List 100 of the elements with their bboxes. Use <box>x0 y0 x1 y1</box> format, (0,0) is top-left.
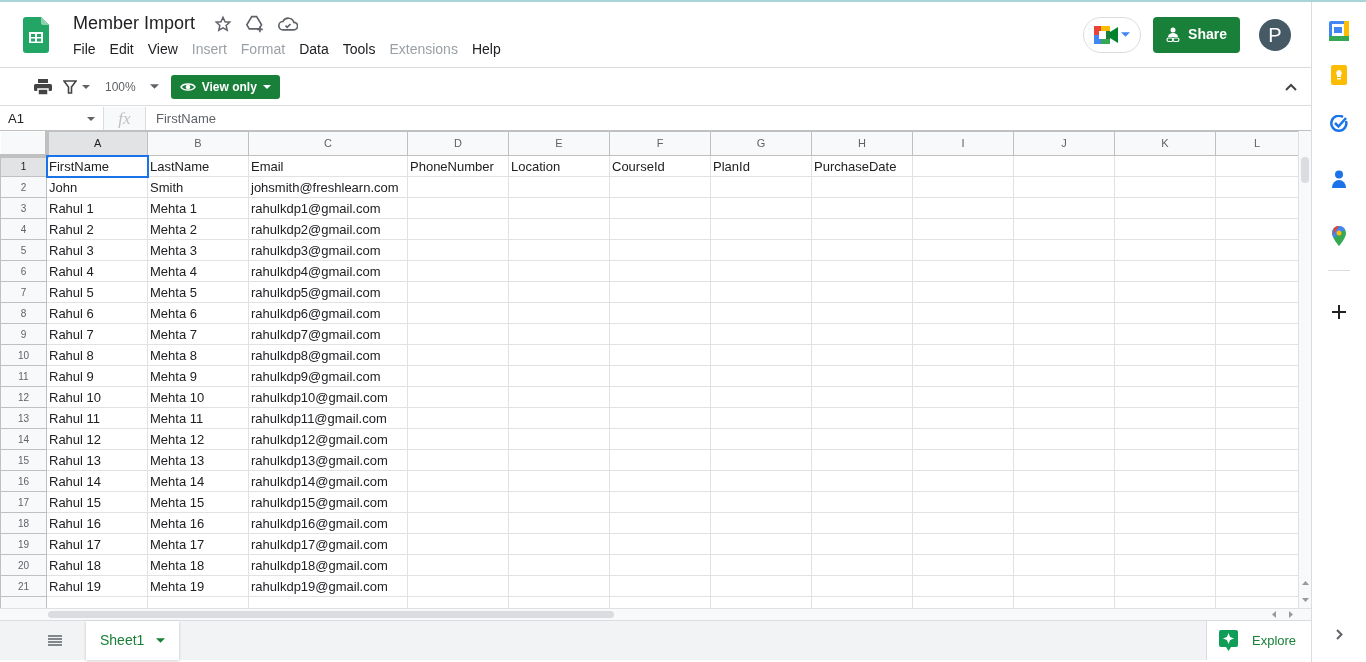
scroll-right-icon[interactable] <box>1289 611 1293 618</box>
table-cell: Rahul 19 <box>49 579 102 594</box>
table-cell: Mehta 18 <box>150 558 205 573</box>
all-sheets-menu-icon[interactable] <box>48 635 62 646</box>
row-header[interactable]: 21 <box>0 575 47 597</box>
fx-label: fx <box>104 107 146 130</box>
scroll-up-icon[interactable] <box>1302 581 1309 585</box>
table-cell: Email <box>251 159 284 174</box>
row-header[interactable]: 17 <box>0 491 47 513</box>
table-cell: rahulkdp9@gmail.com <box>251 369 381 384</box>
share-button[interactable]: Share <box>1153 16 1240 53</box>
row-header[interactable]: 16 <box>0 470 47 492</box>
zoom-menu[interactable]: 100% <box>105 77 136 96</box>
table-cell: Mehta 1 <box>150 201 197 216</box>
menu-item[interactable]: File <box>73 39 96 60</box>
table-cell: rahulkdp5@gmail.com <box>251 285 381 300</box>
column-header[interactable]: A <box>46 131 148 156</box>
table-cell: Rahul 1 <box>49 201 94 216</box>
filter-icon[interactable] <box>63 79 77 94</box>
table-cell: rahulkdp16@gmail.com <box>251 516 388 531</box>
row-header[interactable]: 12 <box>0 386 47 408</box>
table-cell: Mehta 19 <box>150 579 205 594</box>
menu-item[interactable]: Data <box>299 39 329 60</box>
row-header[interactable]: 11 <box>0 365 47 387</box>
table-cell: FirstName <box>49 159 109 174</box>
column-header[interactable]: F <box>609 131 711 156</box>
account-avatar[interactable]: P <box>1259 18 1291 51</box>
menu-item[interactable]: Edit <box>109 39 134 60</box>
sheet-tab[interactable]: Sheet1 <box>86 621 180 660</box>
row-header[interactable]: 18 <box>0 512 47 534</box>
task-check-icon[interactable] <box>1330 115 1348 133</box>
collapse-chevron-icon[interactable] <box>1285 82 1297 91</box>
star-icon[interactable] <box>214 14 233 33</box>
table-cell: Mehta 5 <box>150 285 197 300</box>
row-header[interactable]: 10 <box>0 344 47 366</box>
document-title[interactable]: Member Import <box>73 10 196 37</box>
scroll-thumb[interactable] <box>1301 157 1309 183</box>
sheets-logo-icon[interactable] <box>23 16 49 53</box>
row-header[interactable]: 5 <box>0 239 47 261</box>
menu-item[interactable]: View <box>147 39 178 60</box>
plus-icon[interactable] <box>1332 305 1346 319</box>
caret-icon[interactable] <box>82 84 90 89</box>
table-cell: Mehta 11 <box>150 411 204 426</box>
row-header[interactable]: 2 <box>0 176 47 198</box>
table-cell: Smith <box>150 180 184 195</box>
print-icon[interactable] <box>34 78 52 95</box>
table-cell: Mehta 12 <box>150 432 205 447</box>
column-header[interactable]: B <box>147 131 249 156</box>
row-header[interactable]: 13 <box>0 407 47 429</box>
scroll-left-icon[interactable] <box>1272 611 1276 618</box>
table-cell: rahulkdp17@gmail.com <box>251 537 388 552</box>
table-cell: PhoneNumber <box>410 159 494 174</box>
table-cell: CourseId <box>612 159 665 174</box>
menu-item[interactable]: Tools <box>342 39 376 60</box>
table-cell: Rahul 12 <box>49 432 102 447</box>
row-header[interactable]: 3 <box>0 197 47 219</box>
table-cell: Rahul 9 <box>49 369 94 384</box>
table-cell: rahulkdp3@gmail.com <box>251 243 381 258</box>
cloud-check-icon[interactable] <box>278 15 299 32</box>
row-header[interactable]: 14 <box>0 428 47 450</box>
column-header[interactable]: C <box>248 131 408 156</box>
row-header[interactable]: 6 <box>0 260 47 282</box>
column-header[interactable]: D <box>407 131 509 156</box>
table-cell: rahulkdp19@gmail.com <box>251 579 388 594</box>
column-header[interactable]: I <box>912 131 1014 156</box>
row-header[interactable]: 19 <box>0 533 47 555</box>
vertical-scrollbar[interactable] <box>1298 131 1311 608</box>
column-header[interactable]: E <box>508 131 610 156</box>
row-header[interactable]: 8 <box>0 302 47 324</box>
formula-field[interactable]: FirstName <box>146 108 1311 129</box>
calendar-icon[interactable] <box>1329 21 1349 41</box>
column-header[interactable]: K <box>1114 131 1216 156</box>
table-cell: Rahul 6 <box>49 306 94 321</box>
row-header[interactable]: 7 <box>0 281 47 303</box>
caret-icon <box>262 84 271 89</box>
caret-icon[interactable] <box>149 84 159 89</box>
table-cell: rahulkdp15@gmail.com <box>251 495 388 510</box>
menu-item[interactable]: Help <box>471 39 501 60</box>
contact-icon[interactable] <box>1332 170 1346 188</box>
column-header[interactable]: H <box>811 131 913 156</box>
column-header[interactable]: L <box>1215 131 1298 156</box>
column-header[interactable]: G <box>710 131 812 156</box>
scroll-thumb[interactable] <box>48 611 614 618</box>
row-header[interactable]: 15 <box>0 449 47 471</box>
row-header[interactable]: 20 <box>0 554 47 576</box>
table-cell: Mehta 2 <box>150 222 197 237</box>
row-header[interactable]: 4 <box>0 218 47 240</box>
expand-chevron-icon[interactable] <box>1335 629 1343 640</box>
drive-add-icon[interactable] <box>245 14 266 33</box>
scroll-down-icon[interactable] <box>1302 598 1309 602</box>
explore-button[interactable]: Explore <box>1206 621 1311 660</box>
table-cell: rahulkdp1@gmail.com <box>251 201 381 216</box>
table-cell: Mehta 16 <box>150 516 205 531</box>
horizontal-scrollbar[interactable] <box>0 608 1311 620</box>
map-pin-icon[interactable] <box>1332 226 1346 246</box>
table-cell: Location <box>511 159 561 174</box>
row-header[interactable]: 9 <box>0 323 47 345</box>
view-only-button[interactable]: View only <box>170 74 280 99</box>
column-header[interactable]: J <box>1013 131 1115 156</box>
table-cell: PlanId <box>713 159 750 174</box>
